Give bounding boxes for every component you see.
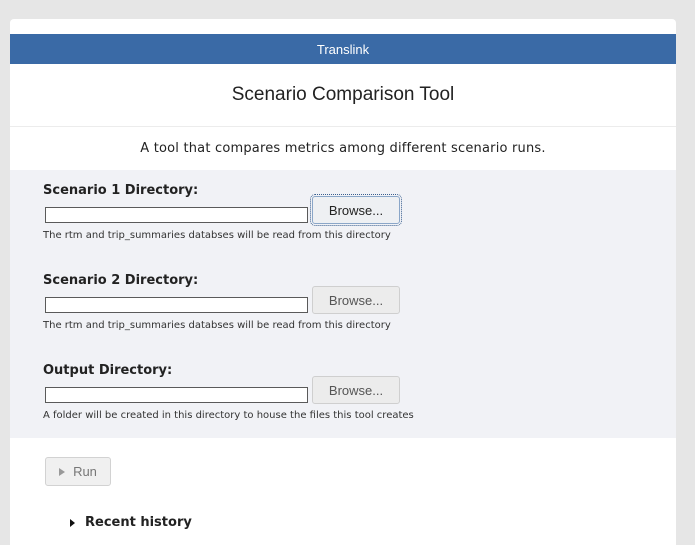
- page-title: Scenario Comparison Tool: [10, 64, 676, 127]
- app-card: Translink Scenario Comparison Tool A too…: [10, 19, 676, 545]
- scenario-1-directory-input[interactable]: [45, 207, 308, 223]
- page-subtitle-text: A tool that compares metrics among diffe…: [140, 140, 546, 156]
- output-browse-button[interactable]: Browse...: [312, 376, 400, 404]
- run-button[interactable]: Run: [45, 457, 111, 486]
- recent-history-toggle[interactable]: Recent history: [70, 515, 192, 530]
- scenario-2-field: Scenario 2 Directory: Browse... The rtm …: [43, 272, 643, 331]
- caret-right-icon: [70, 518, 75, 527]
- run-button-label: Run: [73, 464, 97, 479]
- scenario-1-field: Scenario 1 Directory: Browse... The rtm …: [43, 182, 643, 241]
- page-title-text: Scenario Comparison Tool: [231, 84, 455, 105]
- output-field: Output Directory: Browse... A folder wil…: [43, 362, 643, 421]
- form-panel: Scenario 1 Directory: Browse... The rtm …: [10, 170, 676, 438]
- recent-history-label: Recent history: [85, 515, 192, 530]
- page-subtitle: A tool that compares metrics among diffe…: [10, 127, 676, 169]
- header-title: Translink: [316, 41, 370, 57]
- play-icon: [59, 467, 66, 476]
- scenario-2-help-text: The rtm and trip_summaries databses will…: [43, 320, 391, 331]
- output-directory-input[interactable]: [45, 387, 308, 403]
- output-help-text: A folder will be created in this directo…: [43, 410, 414, 421]
- scenario-1-help-text: The rtm and trip_summaries databses will…: [43, 230, 391, 241]
- header-bar: Translink: [10, 34, 676, 64]
- scenario-2-directory-input[interactable]: [45, 297, 308, 313]
- scenario-1-browse-button[interactable]: Browse...: [310, 194, 402, 226]
- scenario-2-browse-button[interactable]: Browse...: [312, 286, 400, 314]
